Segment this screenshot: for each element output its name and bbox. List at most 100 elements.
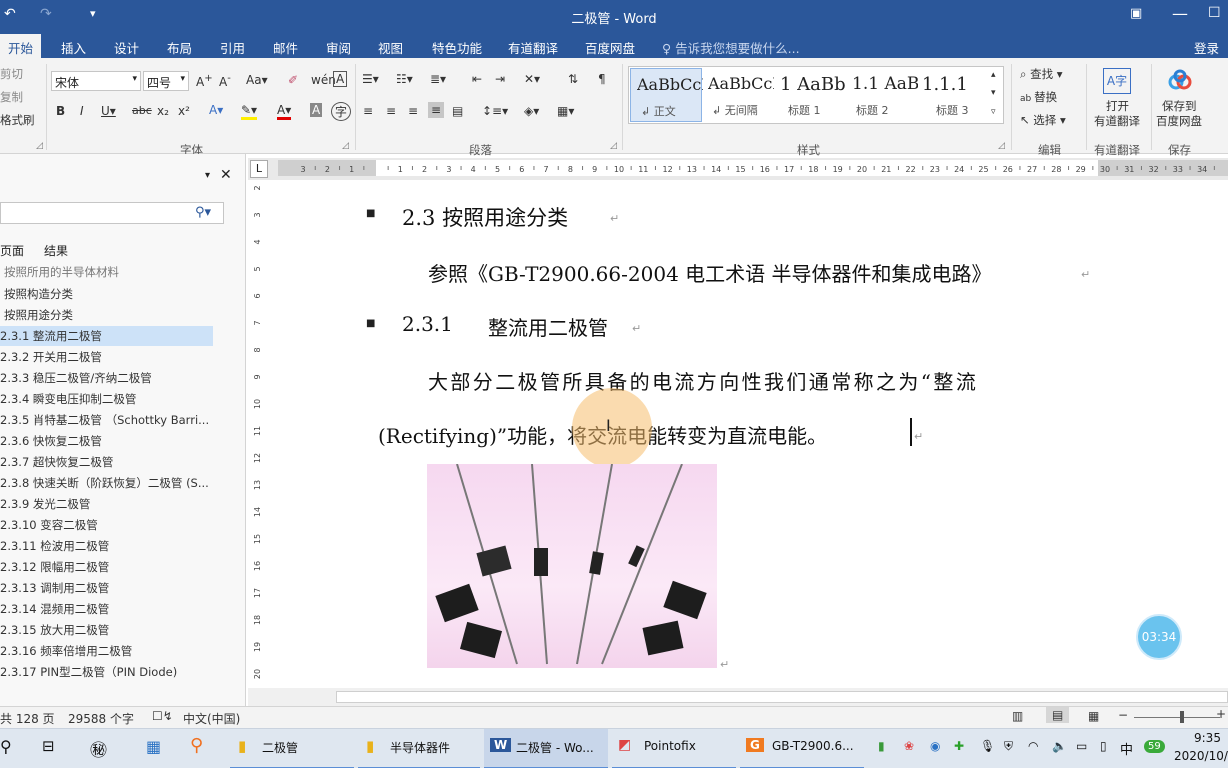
- tab-selector-icon[interactable]: L: [250, 160, 268, 178]
- gallery-up-icon[interactable]: ▴: [991, 70, 996, 80]
- subscript-icon[interactable]: x₂: [157, 104, 169, 118]
- open-youdao-label1[interactable]: 打开: [1106, 98, 1129, 114]
- style-heading-2[interactable]: 1.1 AaB 标题 2: [846, 68, 918, 122]
- show-marks-icon[interactable]: ¶: [598, 72, 606, 86]
- nav-heading-item[interactable]: 2.3.12 限幅用二极管: [0, 557, 213, 577]
- nav-heading-item[interactable]: 2.3.3 稳压二极管/齐纳二极管: [0, 368, 213, 388]
- nav-heading-item[interactable]: 2.3.2 开关用二极管: [0, 347, 213, 367]
- zoom-slider-thumb[interactable]: [1180, 711, 1184, 723]
- nav-heading-item[interactable]: 2.3.4 瞬变电压抑制二极管: [0, 389, 213, 409]
- gallery-down-icon[interactable]: ▾: [991, 88, 996, 98]
- nav-heading-item[interactable]: 2.3.14 混频用二极管: [0, 599, 213, 619]
- increase-indent-icon[interactable]: ⇥: [495, 72, 505, 86]
- multilevel-list-icon[interactable]: ≣▾: [430, 72, 446, 86]
- taskbar-item-folder-diode[interactable]: ▮ 二极管: [230, 729, 354, 768]
- document-page[interactable]: ■ 2.3 按照用途分类 ↵ 参照《GB-T2900.66-2004 电工术语 …: [270, 182, 1228, 688]
- tab-layout[interactable]: 布局: [167, 38, 192, 57]
- shield-icon[interactable]: ⛨: [1004, 739, 1013, 754]
- taskbar-item-pointofix[interactable]: ◩ Pointofix: [612, 729, 736, 768]
- clock-date[interactable]: 2020/10/: [1174, 749, 1228, 763]
- taskbar-item-pdf[interactable]: G GB-T2900.6...: [740, 729, 864, 768]
- nav-heading-item[interactable]: 2.3.15 放大用二极管: [0, 620, 213, 640]
- microphone-icon[interactable]: 🎙: [980, 739, 995, 753]
- character-border-icon[interactable]: A: [333, 71, 348, 87]
- magnifier-app-icon[interactable]: ⚲: [190, 735, 203, 756]
- word-count[interactable]: 29588 个字: [68, 710, 134, 727]
- pane-options-icon[interactable]: ▾: [205, 170, 210, 181]
- nav-heading-item[interactable]: 2.3.7 超快恢复二极管: [0, 452, 213, 472]
- proofing-icon[interactable]: ☐↯: [152, 709, 173, 723]
- nav-search-input[interactable]: ⚲▾: [0, 202, 224, 224]
- clear-format-icon[interactable]: ✐: [288, 73, 298, 87]
- tab-view[interactable]: 视图: [378, 38, 403, 57]
- nav-heading-item[interactable]: 2.3.11 检波用二极管: [0, 536, 213, 556]
- tab-special-features[interactable]: 特色功能: [432, 38, 482, 57]
- character-shading-icon[interactable]: A: [310, 103, 323, 117]
- nav-heading-item[interactable]: 2.3.9 发光二极管: [0, 494, 213, 514]
- page-count[interactable]: 共 128 页: [0, 710, 55, 727]
- style-no-spacing[interactable]: AaBbCcDd↲ 无间隔: [702, 68, 774, 122]
- battery-icon[interactable]: ▯: [1100, 739, 1107, 753]
- wifi-icon[interactable]: ◠: [1028, 739, 1038, 753]
- nav-heading-item[interactable]: 按照用途分类: [0, 305, 213, 325]
- find-button[interactable]: ⌕ 查找 ▾: [1020, 66, 1063, 82]
- print-layout-icon[interactable]: ▤: [1046, 707, 1070, 723]
- horizontal-scrollbar[interactable]: [248, 688, 1228, 706]
- nav-heading-item[interactable]: 2.3.13 调制用二极管: [0, 578, 213, 598]
- tab-mailings[interactable]: 邮件: [273, 38, 298, 57]
- nav-heading-item[interactable]: 2.3.8 快速关断（阶跃恢复）二极管 (S...: [0, 473, 213, 493]
- line-spacing-icon[interactable]: ↕≡▾: [482, 104, 508, 118]
- task-view-icon[interactable]: ⊟: [42, 737, 55, 755]
- align-right-icon[interactable]: ≡: [408, 104, 418, 118]
- tab-home[interactable]: 开始: [0, 34, 42, 58]
- minimize-icon[interactable]: —: [1172, 4, 1188, 23]
- save-baidu-label2[interactable]: 百度网盘: [1156, 113, 1202, 129]
- scrollbar-thumb[interactable]: [336, 691, 1228, 703]
- grow-font-icon[interactable]: A+: [196, 73, 213, 89]
- text-effects-icon[interactable]: A▾: [209, 103, 223, 117]
- tab-pages[interactable]: 页面: [0, 242, 24, 259]
- bullets-icon[interactable]: ☰▾: [362, 72, 379, 86]
- cut-button[interactable]: 剪切: [0, 66, 23, 82]
- search-icon[interactable]: ⚲: [0, 737, 12, 756]
- align-center-icon[interactable]: ≡: [386, 104, 396, 118]
- nav-heading-item[interactable]: 2.3.10 变容二极管: [0, 515, 213, 535]
- highlight-icon[interactable]: ✎▾: [241, 103, 258, 120]
- tab-baidu[interactable]: 百度网盘: [585, 38, 635, 57]
- align-left-icon[interactable]: ≡: [363, 104, 373, 118]
- calculator-icon[interactable]: ▦: [146, 737, 161, 756]
- styles-launcher-icon[interactable]: ◿: [998, 141, 1005, 151]
- browser-tray-icon[interactable]: ◉: [930, 739, 940, 753]
- display-icon[interactable]: ▭: [1076, 739, 1087, 753]
- ime-indicator[interactable]: 中: [1120, 739, 1133, 758]
- italic-icon[interactable]: I: [80, 104, 84, 118]
- numbering-icon[interactable]: ☷▾: [396, 72, 413, 86]
- open-youdao-label2[interactable]: 有道翻译: [1094, 113, 1140, 129]
- tab-youdao[interactable]: 有道翻译: [508, 38, 558, 57]
- shading-icon[interactable]: ◈▾: [524, 104, 539, 118]
- language-indicator[interactable]: 中文(中国): [183, 710, 240, 727]
- format-painter-button[interactable]: 格式刷: [0, 112, 35, 128]
- recording-timer[interactable]: 03:34: [1136, 614, 1182, 660]
- tell-me-search[interactable]: ♀ 告诉我您想要做什么...: [662, 38, 800, 57]
- horizontal-ruler[interactable]: 3 2 1 1 2 3 4 5 6 7 8 9 10 11 12 13 14 15 16 17 18 19 20 21 22 23…: [278, 160, 1228, 176]
- shrink-font-icon[interactable]: A-: [219, 73, 231, 89]
- font-name-select[interactable]: 宋体 ▾: [51, 71, 141, 91]
- web-layout-icon[interactable]: ▦: [1088, 709, 1099, 723]
- volume-icon[interactable]: 🔈: [1052, 739, 1067, 753]
- nav-heading-item[interactable]: 按照构造分类: [0, 284, 213, 304]
- nav-heading-item[interactable]: 2.3.1 整流用二极管: [0, 326, 213, 346]
- security-tray-icon[interactable]: ✚: [954, 739, 964, 753]
- zoom-out-icon[interactable]: −: [1118, 708, 1128, 722]
- taskbar-item-word[interactable]: W 二极管 - Wo...: [484, 729, 608, 768]
- close-icon[interactable]: ✕: [220, 167, 232, 183]
- tab-references[interactable]: 引用: [220, 38, 245, 57]
- nav-heading-item[interactable]: 2.3.5 肖特基二极管 （Schottky Barri...: [0, 410, 213, 430]
- strikethrough-icon[interactable]: abc: [132, 104, 152, 117]
- distributed-icon[interactable]: ▤: [452, 104, 463, 118]
- font-launcher-icon[interactable]: ◿: [342, 141, 349, 151]
- style-heading-1[interactable]: 1 AaBb 标题 1: [774, 68, 846, 122]
- copy-button[interactable]: 复制: [0, 89, 23, 105]
- paragraph-launcher-icon[interactable]: ◿: [610, 141, 617, 151]
- sort-icon[interactable]: ⇅: [568, 72, 578, 86]
